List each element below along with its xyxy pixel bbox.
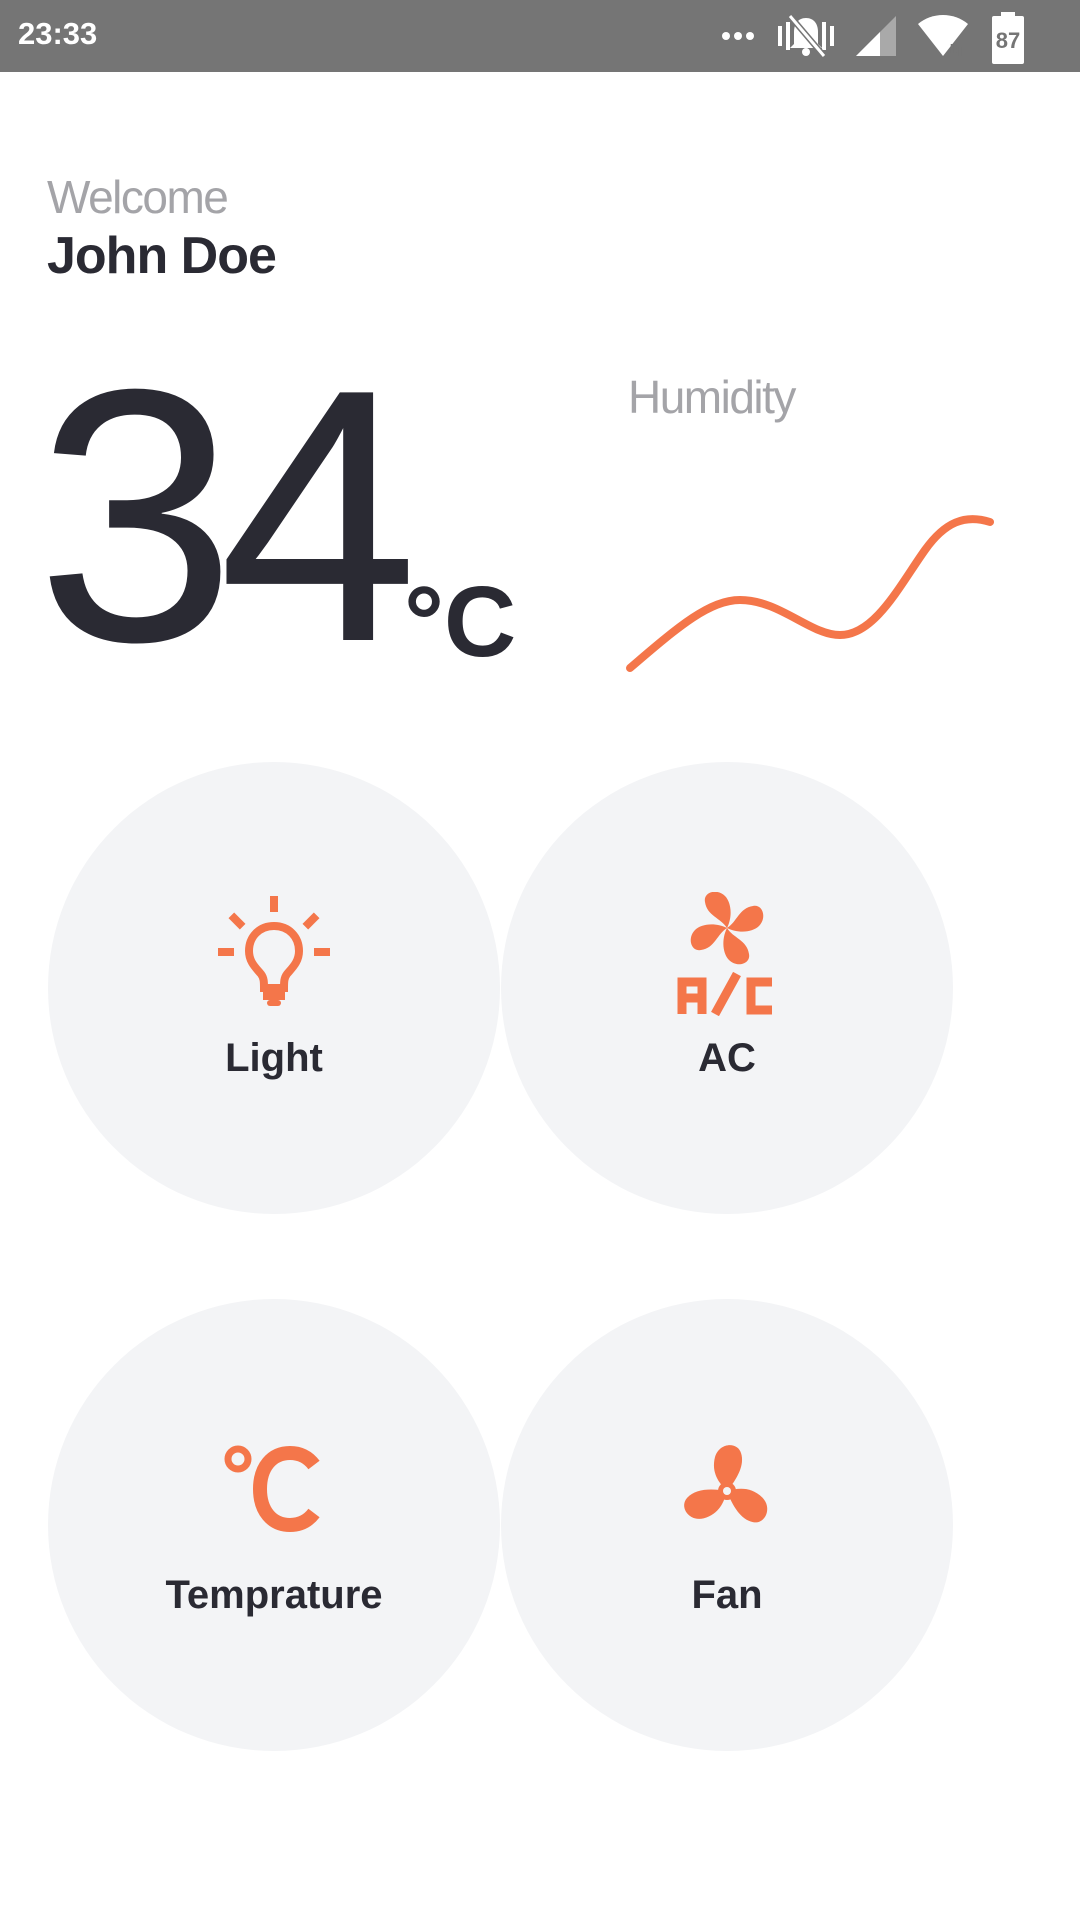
wifi-icon [918, 15, 968, 58]
signal-icon [856, 16, 896, 56]
ac-control-button[interactable]: AC [501, 762, 953, 1214]
status-bar: 23:33 87 [0, 0, 1080, 72]
temperature-unit: °C [404, 566, 517, 678]
more-dots-icon [722, 32, 754, 40]
status-icons: 87 [720, 10, 1060, 64]
temperature-label: Temprature [165, 1573, 383, 1617]
fan-label: Fan [691, 1573, 763, 1617]
light-label: Light [225, 1036, 323, 1080]
ac-label: AC [698, 1036, 756, 1080]
fan-control-button[interactable]: Fan [501, 1299, 953, 1751]
lightbulb-icon [218, 896, 330, 1006]
status-time: 23:33 [18, 16, 98, 51]
user-name: John Doe [47, 227, 277, 285]
temperature-value: 34 [36, 315, 418, 717]
light-control-button[interactable]: Light [48, 762, 500, 1214]
vibrate-silent-icon [778, 14, 834, 58]
humidity-line [626, 515, 994, 672]
ac-fan-icon [677, 892, 772, 1016]
celsius-icon [224, 1445, 320, 1533]
battery-icon: 87 [992, 12, 1024, 64]
fan-icon [684, 1445, 768, 1523]
humidity-sparkline [626, 515, 994, 672]
humidity-label: Humidity [628, 371, 796, 423]
battery-level: 87 [996, 28, 1020, 53]
welcome-text: Welcome [47, 171, 229, 223]
temperature-control-button[interactable]: Temprature [48, 1299, 500, 1751]
